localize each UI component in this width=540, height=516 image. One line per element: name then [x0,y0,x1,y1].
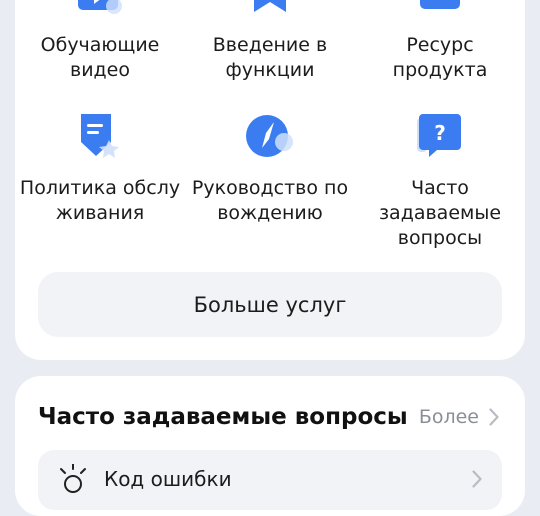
services-card: Обучающие видео Введение в функции Ресур… [15,0,525,360]
faq-more-label: Более [418,406,479,428]
tile-features-intro[interactable]: Введение в функции [185,0,355,90]
warning-light-icon [60,464,86,493]
tile-label: Руководство по вождению [191,177,349,224]
play-video-icon [78,0,122,14]
tile-tutorial-videos[interactable]: Обучающие видео [15,0,185,90]
tile-driving-guide[interactable]: Руководство по вождению [185,110,355,250]
chevron-right-icon [472,470,482,488]
tile-faq[interactable]: ? Часто задаваемые вопросы [355,110,525,250]
compass-icon [246,115,293,157]
bookmark-icon [254,0,286,12]
faq-card: Часто задаваемые вопросы Более Код ошибк… [15,376,525,516]
tile-label: Обучающие видео [40,34,160,81]
tile-label: Часто задаваемые вопросы [378,177,502,249]
tile-product-resource[interactable]: Ресурс продукта [355,0,525,90]
svg-text:?: ? [434,121,446,145]
faq-row-label: Код ошибки [104,467,232,491]
chevron-right-icon [489,408,499,426]
faq-more-link[interactable]: Более [419,406,499,428]
shield-document-icon [81,114,119,158]
more-services-button[interactable]: Больше услуг [38,272,502,337]
tile-service-policy[interactable]: Политика обслу живания [15,110,185,250]
tile-label: Ресурс продукта [392,34,488,81]
tile-label: Введение в функции [212,34,328,81]
folder-icon [420,0,460,9]
faq-row-error-code[interactable]: Код ошибки [38,450,502,510]
tile-label: Политика обслу живания [19,177,181,224]
faq-section-title: Часто задаваемые вопросы [38,404,408,430]
question-bubble-icon: ? [417,114,461,157]
